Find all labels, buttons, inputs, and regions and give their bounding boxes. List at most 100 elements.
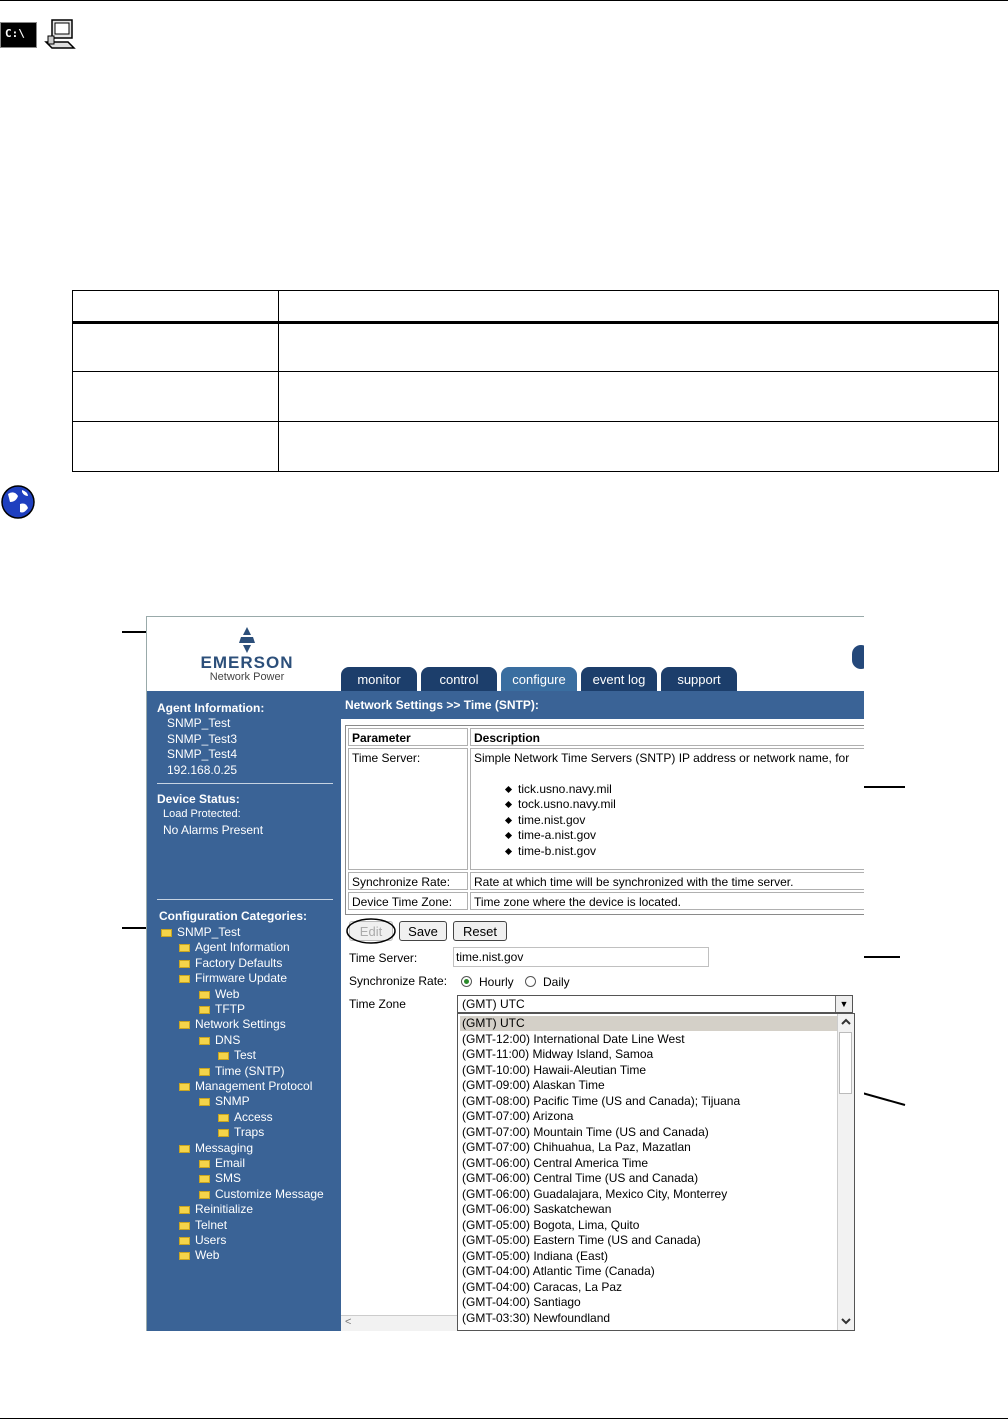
time-zone-option[interactable]: (GMT-10:00) Hawaii-Aleutian Time xyxy=(460,1063,646,1078)
tree-item[interactable]: SNMP xyxy=(215,1094,250,1108)
brand-circle-icon xyxy=(852,645,864,669)
time-zone-dropdown[interactable]: (GMT) UTC (GMT-12:00) International Date … xyxy=(457,1013,855,1331)
folder-icon xyxy=(179,1144,190,1153)
time-zone-option[interactable]: (GMT) UTC xyxy=(460,1016,838,1031)
tree-item[interactable]: Customize Message xyxy=(215,1187,324,1201)
breadcrumb: Network Settings >> Time (SNTP): xyxy=(341,691,864,719)
folder-icon xyxy=(179,1021,190,1030)
parameter-table: Parameter Description Time Server: Simpl… xyxy=(345,725,864,915)
sidebar-divider xyxy=(157,899,333,900)
time-server-input[interactable]: time.nist.gov xyxy=(453,947,709,967)
sidebar: Agent Information: SNMP_Test SNMP_Test3 … xyxy=(147,691,341,1331)
folder-icon xyxy=(199,1067,210,1076)
tree-item[interactable]: Traps xyxy=(234,1125,264,1139)
page-horizontal-scrollbar[interactable]: < xyxy=(341,1315,457,1331)
folder-icon xyxy=(199,1098,210,1107)
tree-item[interactable]: Factory Defaults xyxy=(195,956,282,970)
dropdown-scrollbar[interactable] xyxy=(837,1014,854,1330)
time-zone-option[interactable]: (GMT-04:00) Santiago xyxy=(460,1295,581,1310)
tree-item[interactable]: Access xyxy=(234,1110,273,1124)
folder-icon xyxy=(179,944,190,953)
tree-item[interactable]: Firmware Update xyxy=(195,971,287,985)
tree-item[interactable]: DNS xyxy=(215,1033,240,1047)
time-zone-option[interactable]: (GMT-05:00) Bogota, Lima, Quito xyxy=(460,1218,639,1233)
tree-item[interactable]: SNMP_Test xyxy=(177,925,240,939)
time-zone-option[interactable]: (GMT-06:00) Guadalajara, Mexico City, Mo… xyxy=(460,1187,727,1202)
table-cell-param: Device Time Zone: xyxy=(348,892,468,910)
time-zone-option[interactable]: (GMT-06:00) Saskatchewan xyxy=(460,1202,611,1217)
time-zone-option[interactable]: (GMT-09:00) Alaskan Time xyxy=(460,1078,605,1093)
list-item: time-a.nist.gov xyxy=(504,828,596,842)
folder-icon xyxy=(199,1175,210,1184)
table-cell-desc: Time zone where the device is located. xyxy=(470,892,864,910)
scroll-down-icon[interactable] xyxy=(839,1314,853,1328)
time-zone-option[interactable]: (GMT-04:00) Atlantic Time (Canada) xyxy=(460,1264,655,1279)
tree-item[interactable]: Web xyxy=(215,987,239,1001)
time-zone-option[interactable]: (GMT-08:00) Pacific Time (US and Canada)… xyxy=(460,1094,740,1109)
list-item: tock.usno.navy.mil xyxy=(504,797,616,811)
agent-item: SNMP_Test xyxy=(167,716,231,730)
device-status-item: Load Protected: xyxy=(163,808,241,820)
time-zone-select[interactable]: (GMT) UTC ▼ xyxy=(457,995,853,1013)
folder-icon xyxy=(218,1129,229,1138)
chevron-down-icon[interactable]: ▼ xyxy=(835,996,852,1012)
folder-icon xyxy=(179,1237,190,1245)
time-zone-option[interactable]: (GMT-11:00) Midway Island, Samoa xyxy=(460,1047,653,1062)
tab-support[interactable]: support xyxy=(661,667,737,691)
time-zone-label: Time Zone xyxy=(349,997,406,1011)
tree-item[interactable]: Time (SNTP) xyxy=(215,1064,285,1078)
folder-icon xyxy=(199,1036,210,1045)
agent-item: SNMP_Test4 xyxy=(167,747,238,761)
radio-daily[interactable] xyxy=(525,976,536,987)
time-zone-option[interactable]: (GMT-05:00) Eastern Time (US and Canada) xyxy=(460,1233,701,1248)
tree-item[interactable]: TFTP xyxy=(215,1002,245,1016)
logo-mark-icon xyxy=(239,627,255,653)
save-button[interactable]: Save xyxy=(399,921,447,941)
scroll-thumb[interactable] xyxy=(839,1032,852,1094)
tree-item[interactable]: Messaging xyxy=(195,1141,253,1155)
tree-item[interactable]: SMS xyxy=(215,1171,241,1185)
time-zone-option[interactable]: (GMT-06:00) Central Time (US and Canada) xyxy=(460,1171,698,1186)
folder-icon xyxy=(199,1006,210,1014)
time-zone-option[interactable]: (GMT-07:00) Mountain Time (US and Canada… xyxy=(460,1125,709,1140)
list-item: time-b.nist.gov xyxy=(504,844,596,858)
tree-item[interactable]: Email xyxy=(215,1156,245,1170)
time-zone-option[interactable]: (GMT-05:00) Indiana (East) xyxy=(460,1249,608,1264)
tab-control[interactable]: control xyxy=(421,667,497,691)
time-zone-option[interactable]: (GMT-07:00) Arizona xyxy=(460,1109,573,1124)
time-zone-option[interactable]: (GMT-03:30) Newfoundland xyxy=(460,1311,610,1326)
bullet-icon xyxy=(504,801,513,809)
tree-item[interactable]: Management Protocol xyxy=(195,1079,312,1093)
time-zone-option[interactable]: (GMT-07:00) Chihuahua, La Paz, Mazatlan xyxy=(460,1140,691,1155)
radio-hourly[interactable] xyxy=(461,976,472,987)
scroll-up-icon[interactable] xyxy=(839,1015,853,1029)
tree-item[interactable]: Telnet xyxy=(195,1218,227,1232)
time-server-label: Time Server: xyxy=(349,951,418,965)
tab-configure[interactable]: configure xyxy=(501,667,577,691)
bullet-icon xyxy=(504,786,513,794)
agent-item: 192.168.0.25 xyxy=(167,763,238,777)
agent-item: SNMP_Test3 xyxy=(167,732,238,746)
folder-icon xyxy=(179,1206,190,1215)
folder-icon xyxy=(218,1113,229,1122)
sync-rate-label: Synchronize Rate: xyxy=(349,974,448,988)
time-zone-option[interactable]: (GMT-06:00) Central America Time xyxy=(460,1156,648,1171)
folder-icon xyxy=(179,959,190,968)
tree-item[interactable]: Network Settings xyxy=(195,1017,286,1031)
radio-hourly-label: Hourly xyxy=(479,975,514,989)
scroll-left-icon[interactable]: < xyxy=(345,1316,351,1328)
list-item: time.nist.gov xyxy=(504,813,585,827)
emerson-logo: EMERSON Network Power xyxy=(187,627,307,687)
reset-button[interactable]: Reset xyxy=(453,921,507,941)
tree-item[interactable]: Users xyxy=(195,1233,226,1247)
folder-icon xyxy=(179,1252,190,1261)
tab-monitor[interactable]: monitor xyxy=(341,667,417,691)
time-zone-option[interactable]: (GMT-04:00) Caracas, La Paz xyxy=(460,1280,622,1295)
folder-icon xyxy=(179,975,190,984)
time-zone-option[interactable]: (GMT-12:00) International Date Line West xyxy=(460,1032,685,1047)
tab-event-log[interactable]: event log xyxy=(581,667,657,691)
tree-item[interactable]: Test xyxy=(234,1048,256,1062)
tree-item[interactable]: Reinitialize xyxy=(195,1202,253,1216)
tree-item[interactable]: Web xyxy=(195,1248,219,1262)
tree-item[interactable]: Agent Information xyxy=(195,940,290,954)
